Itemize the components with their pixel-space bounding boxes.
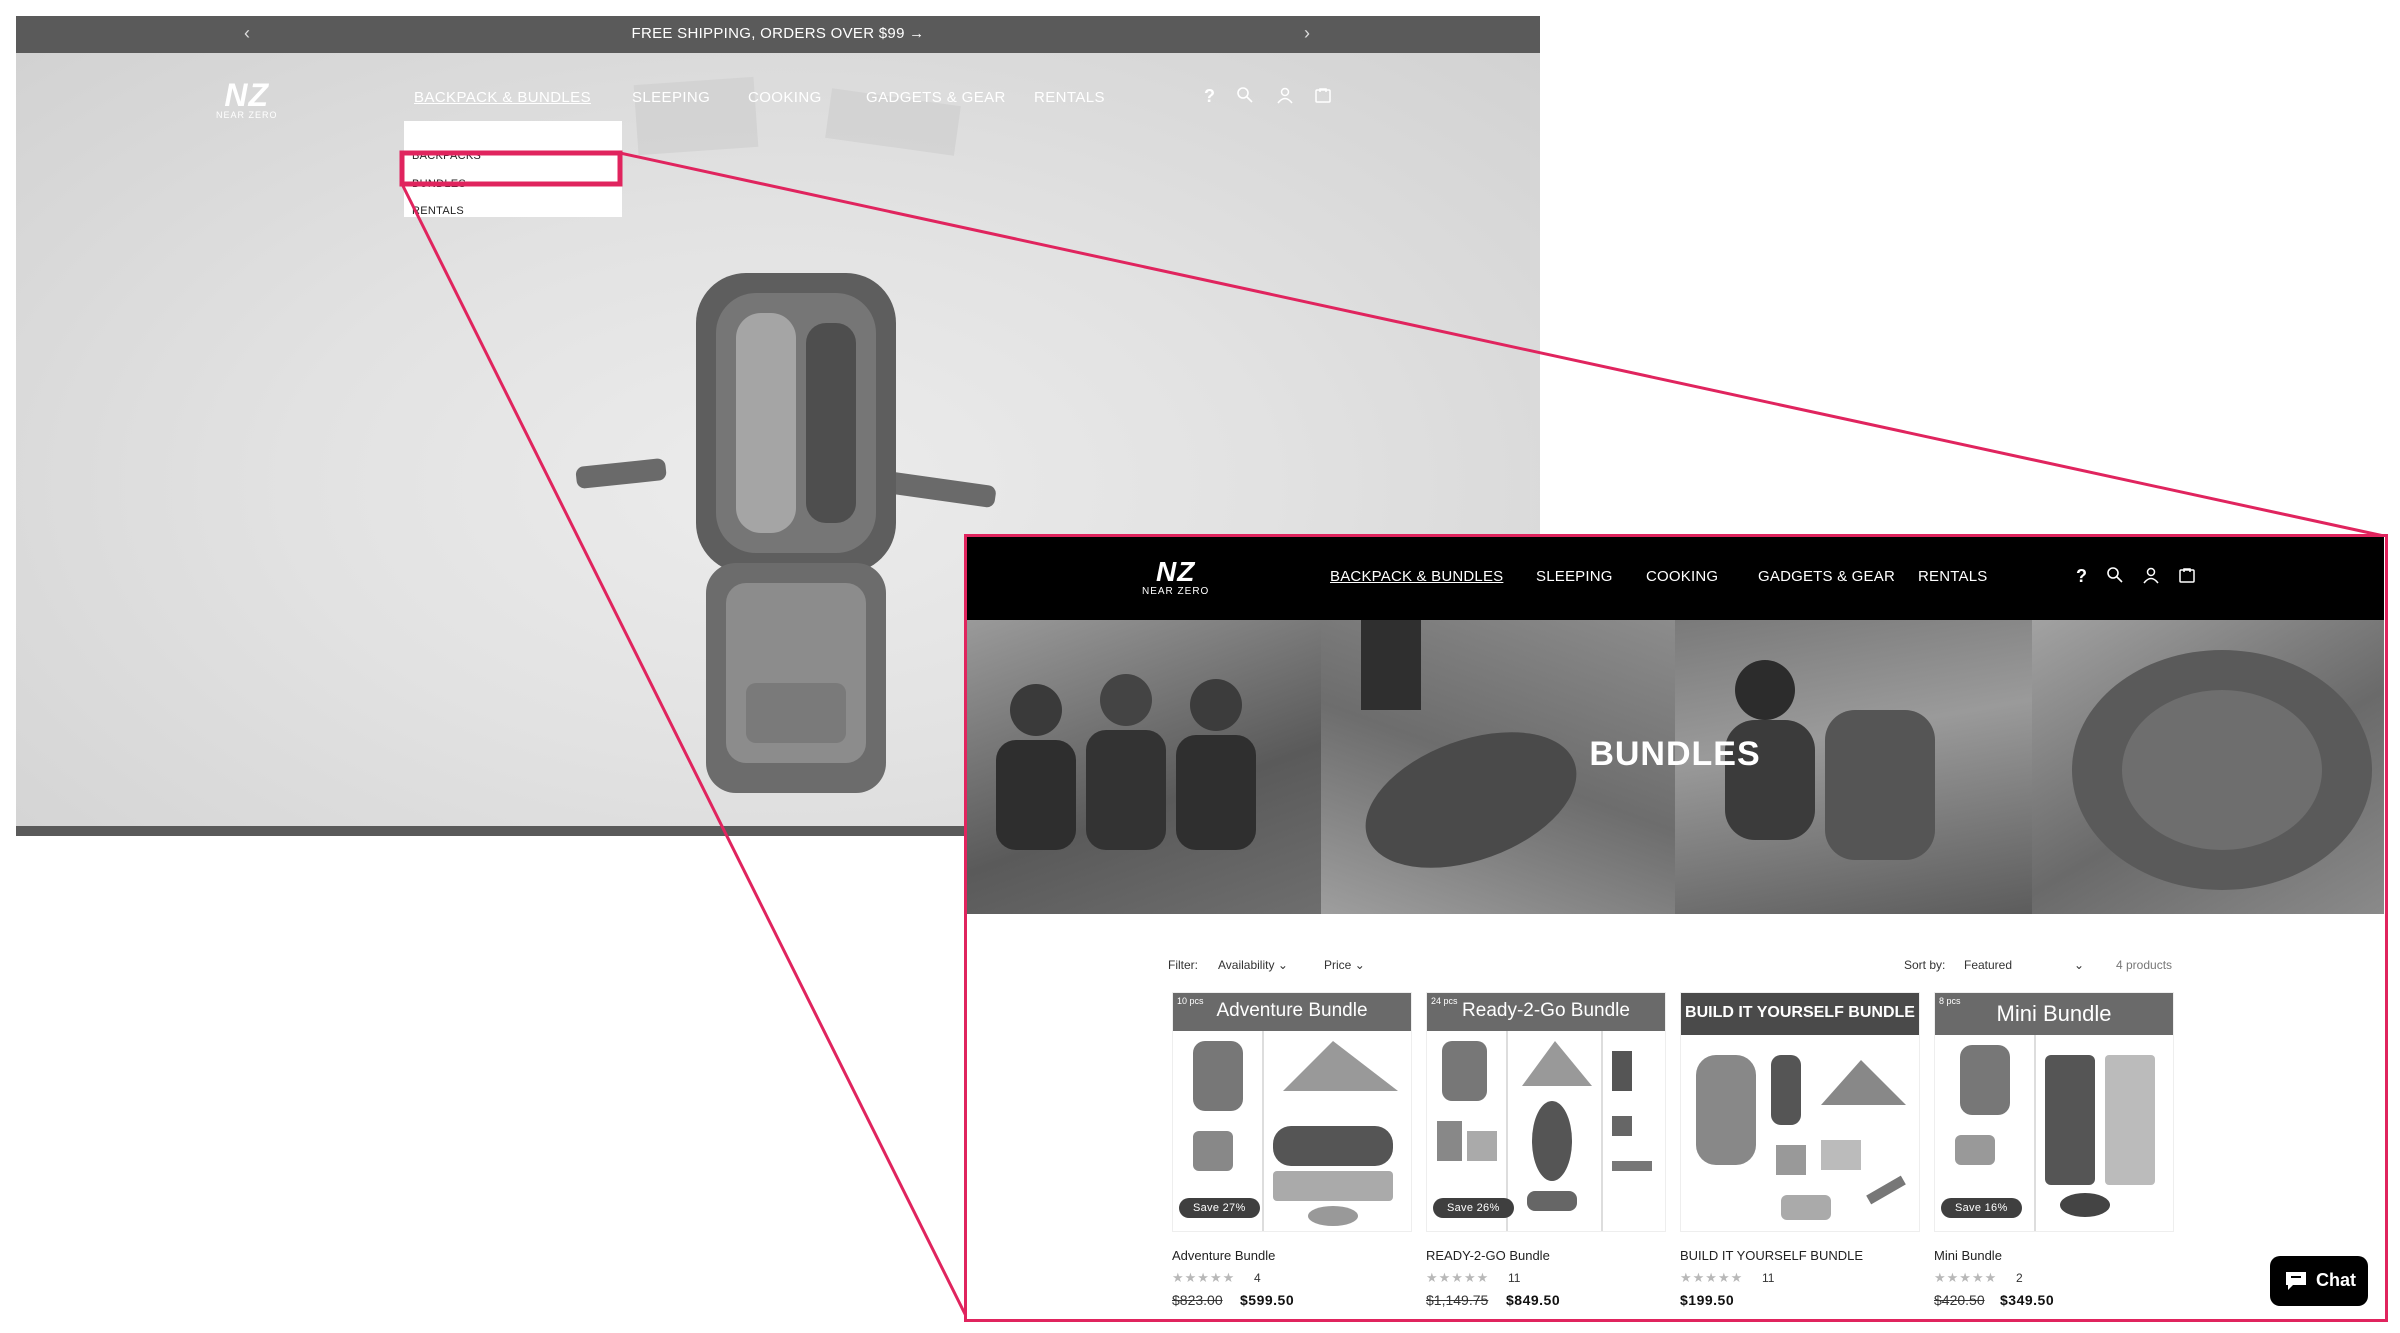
nav-dropdown-menu: BACKPACKS BUNDLES RENTALS bbox=[404, 121, 622, 217]
nav-gadgets-gear[interactable]: GADGETS & GEAR bbox=[866, 89, 1006, 106]
logo[interactable]: NZ NEAR ZERO bbox=[216, 77, 278, 120]
logo-tagline: NEAR ZERO bbox=[216, 110, 278, 120]
account-icon[interactable] bbox=[1276, 86, 1294, 104]
search-icon[interactable] bbox=[1236, 86, 1254, 104]
announcement-next-icon[interactable]: › bbox=[1304, 23, 1310, 44]
announcement-bar: ‹ FREE SHIPPING, ORDERS OVER $99 → › bbox=[16, 16, 1540, 53]
dropdown-item-rentals[interactable]: RENTALS bbox=[412, 205, 464, 217]
dropdown-item-backpacks[interactable]: BACKPACKS bbox=[412, 150, 481, 162]
cart-icon[interactable] bbox=[1314, 86, 1332, 104]
logo-mark: NZ bbox=[224, 77, 270, 113]
help-icon[interactable]: ? bbox=[1204, 86, 1215, 107]
nav-cooking[interactable]: COOKING bbox=[748, 89, 822, 106]
dropdown-item-bundles[interactable]: BUNDLES bbox=[412, 178, 466, 190]
announcement-text[interactable]: FREE SHIPPING, ORDERS OVER $99 → bbox=[16, 25, 1540, 42]
nav-sleeping[interactable]: SLEEPING bbox=[632, 89, 710, 106]
nav-backpack-bundles[interactable]: BACKPACK & BUNDLES bbox=[414, 89, 591, 106]
inset-frame bbox=[964, 534, 2388, 1322]
nav-rentals[interactable]: RENTALS bbox=[1034, 89, 1105, 106]
